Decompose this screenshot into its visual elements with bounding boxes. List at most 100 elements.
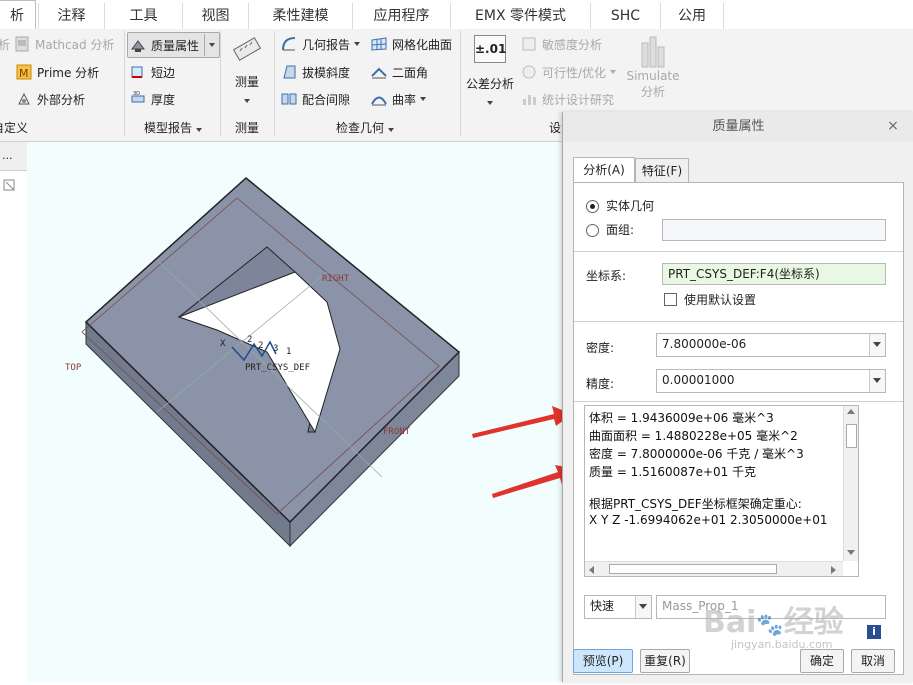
- result-centroid-values: X Y Z -1.6994062e+01 2.3050000e+01: [589, 513, 828, 527]
- tolerance-icon: ±.01: [474, 35, 506, 63]
- tab-shc[interactable]: SHC: [590, 3, 660, 29]
- sensitivity-analysis-button[interactable]: 敏感度分析: [521, 33, 602, 55]
- external-analysis-icon: [16, 91, 32, 107]
- group-separator: [274, 31, 275, 136]
- thickness-button[interactable]: 3D 厚度: [130, 88, 175, 110]
- scroll-left-icon[interactable]: [589, 566, 594, 574]
- group-label-inspect-geometry[interactable]: 检查几何: [300, 117, 430, 139]
- measure-button[interactable]: 测量: [222, 31, 272, 111]
- scroll-thumb[interactable]: [846, 424, 857, 448]
- cancel-button[interactable]: 取消: [851, 649, 895, 673]
- statistical-study-button[interactable]: 统计设计研究: [521, 88, 614, 110]
- mass-properties-button[interactable]: 质量属性: [127, 32, 221, 58]
- chevron-down-icon[interactable]: [635, 596, 651, 618]
- result-density: 密度 = 7.8000000e-06 千克 / 毫米^3: [589, 447, 804, 461]
- statistics-icon: [521, 91, 537, 107]
- model-tree-strip: ...: [0, 142, 28, 682]
- tab-analysis[interactable]: 分析(A): [573, 157, 635, 183]
- external-analysis-button[interactable]: 外部分析: [16, 88, 85, 110]
- use-default-checkbox[interactable]: [664, 293, 677, 306]
- mesh-surface-button[interactable]: 网格化曲面: [371, 33, 452, 55]
- label-csys: PRT_CSYS_DEF: [245, 363, 310, 373]
- model-tree-header[interactable]: ...: [0, 142, 27, 171]
- geometry-report-button[interactable]: 几何报告: [281, 33, 361, 55]
- scroll-down-icon[interactable]: [847, 550, 855, 555]
- info-icon[interactable]: i: [867, 625, 881, 639]
- chevron-down-icon[interactable]: [869, 334, 885, 356]
- tab-tools[interactable]: 工具: [104, 3, 182, 29]
- curvature-button[interactable]: 曲率: [371, 88, 427, 110]
- tab-flexible-modeling[interactable]: 柔性建模: [248, 3, 352, 29]
- horizontal-scrollbar[interactable]: [585, 561, 843, 576]
- sensitivity-icon: [521, 36, 537, 52]
- tab-annotate[interactable]: 注释: [38, 3, 104, 29]
- tab-applications[interactable]: 应用程序: [352, 3, 450, 29]
- ok-button[interactable]: 确定: [800, 649, 844, 673]
- tree-settings-icon[interactable]: [0, 176, 20, 196]
- feasibility-button[interactable]: 可行性/优化: [521, 61, 617, 83]
- quilt-field[interactable]: [662, 219, 886, 241]
- tolerance-analysis-button[interactable]: ±.01 公差分析: [463, 31, 517, 111]
- geometry-report-icon: [281, 36, 297, 52]
- divider: [574, 251, 903, 252]
- label-axis-1: 1: [286, 347, 291, 357]
- chevron-down-icon: [388, 128, 394, 132]
- mode-combo[interactable]: 快速: [584, 595, 652, 619]
- chevron-down-icon: [610, 70, 617, 74]
- solid-geometry-radio[interactable]: [586, 200, 599, 213]
- preview-button[interactable]: 预览(P): [573, 649, 633, 673]
- label-axis-2a: 2: [247, 335, 252, 345]
- graphics-canvas[interactable]: RIGHT TOP FRONT PRT_CSYS_DEF X 2 2 3 1: [27, 142, 576, 682]
- chevron-down-icon[interactable]: [869, 370, 885, 392]
- label-top: TOP: [65, 363, 82, 373]
- tab-analysis[interactable]: 析: [0, 0, 36, 30]
- csys-label: 坐标系:: [586, 269, 627, 283]
- tab-feature[interactable]: 特征(F): [635, 158, 689, 182]
- precision-combo[interactable]: 0.00001000: [656, 369, 886, 393]
- svg-text:3D: 3D: [133, 91, 140, 97]
- tab-view[interactable]: 视图: [182, 3, 248, 29]
- mathcad-analysis-button[interactable]: 析 Mathcad 分析: [0, 33, 114, 55]
- group-label-measure: 测量: [234, 121, 259, 135]
- dihedral-angle-icon: [371, 64, 387, 80]
- ribbon-tab-bar: 析 注释 工具 视图 柔性建模 应用程序 EMX 零件模式 SHC 公用: [0, 0, 913, 30]
- prime-icon: M: [16, 64, 32, 80]
- clearance-icon: [281, 91, 297, 107]
- clearance-button[interactable]: 配合间隙: [281, 88, 350, 110]
- short-edge-icon: [130, 64, 146, 80]
- simulate-icon: [638, 33, 668, 69]
- scroll-thumb[interactable]: [609, 564, 777, 574]
- mass-properties-icon: [130, 37, 146, 53]
- tab-emx[interactable]: EMX 零件模式: [450, 3, 590, 29]
- result-volume: 体积 = 1.9436009e+06 毫米^3: [589, 411, 774, 425]
- label-axis-x: X: [220, 339, 226, 349]
- mathcad-icon: [14, 36, 30, 52]
- scroll-up-icon[interactable]: [847, 409, 855, 414]
- feasibility-icon: [521, 64, 537, 80]
- close-icon[interactable]: ×: [886, 119, 900, 133]
- label-axis-2b: 2: [258, 341, 263, 351]
- chevron-down-icon: [196, 128, 202, 132]
- density-combo[interactable]: 7.800000e-06: [656, 333, 886, 357]
- short-edge-button[interactable]: 短边: [130, 61, 175, 83]
- prime-analysis-button[interactable]: M Prime 分析: [16, 61, 99, 83]
- group-label-custom: 自定义: [0, 121, 29, 135]
- results-text-area[interactable]: 体积 = 1.9436009e+06 毫米^3 曲面面积 = 1.4880228…: [584, 405, 859, 577]
- simulate-analysis-button[interactable]: Simulate 分析: [624, 31, 682, 111]
- chevron-down-icon: [420, 97, 427, 101]
- label-right: RIGHT: [322, 274, 350, 284]
- part-model-view: RIGHT TOP FRONT PRT_CSYS_DEF X 2 2 3 1: [65, 177, 576, 548]
- repeat-button[interactable]: 重复(R): [640, 649, 690, 673]
- quilt-radio[interactable]: [586, 224, 599, 237]
- mass-properties-dropdown[interactable]: [204, 34, 217, 56]
- draft-button[interactable]: 拔模斜度: [281, 61, 350, 83]
- dihedral-angle-button[interactable]: 二面角: [371, 61, 428, 83]
- group-separator: [460, 31, 461, 136]
- group-label-model-report[interactable]: 模型报告: [128, 117, 218, 139]
- vertical-scrollbar[interactable]: [843, 406, 858, 561]
- csys-field[interactable]: PRT_CSYS_DEF:F4(坐标系): [662, 263, 886, 285]
- tab-common[interactable]: 公用: [660, 3, 724, 29]
- group-separator: [124, 31, 125, 136]
- scroll-right-icon[interactable]: [831, 566, 836, 574]
- chevron-down-icon: [354, 42, 361, 46]
